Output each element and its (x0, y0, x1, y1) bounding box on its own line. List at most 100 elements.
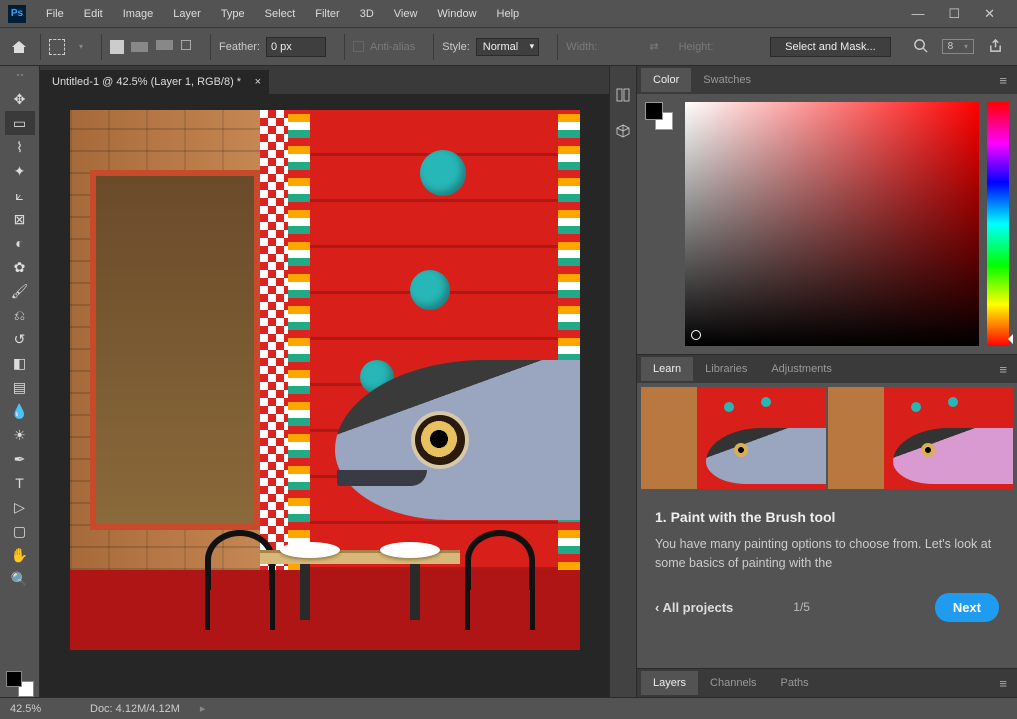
add-selection-icon[interactable] (130, 38, 149, 55)
swap-icon: ⇄ (649, 40, 658, 53)
intersect-selection-icon[interactable] (180, 40, 192, 53)
menu-bar: Ps FileEditImageLayerTypeSelectFilter3DV… (0, 0, 1017, 28)
style-label: Style: (442, 41, 470, 53)
tab-layers[interactable]: Layers (641, 671, 698, 695)
layers-tabs: Layers Channels Paths ≡ (637, 669, 1017, 697)
feather-input[interactable] (266, 37, 326, 57)
marquee-icon[interactable] (49, 39, 65, 55)
close-button[interactable]: ✕ (984, 6, 995, 22)
brush-tool[interactable]: 🖌 (5, 279, 35, 303)
options-bar: ▾ Feather: Anti-alias Style: Normal Widt… (0, 28, 1017, 66)
select-and-mask-button[interactable]: Select and Mask... (770, 37, 891, 57)
pen-tool[interactable]: ✒ (5, 447, 35, 471)
rectangle-tool[interactable]: ▢ (5, 519, 35, 543)
menu-3d[interactable]: 3D (350, 4, 384, 24)
learn-page-indicator: 1/5 (793, 600, 810, 614)
lasso-tool[interactable]: ⌇ (5, 135, 35, 159)
menu-filter[interactable]: Filter (305, 4, 349, 24)
document-tab-title: Untitled-1 @ 42.5% (Layer 1, RGB/8) * (52, 76, 241, 88)
menu-layer[interactable]: Layer (163, 4, 211, 24)
learn-panel: Learn Libraries Adjustments ≡ (637, 355, 1017, 669)
crop-tool[interactable]: ⟀ (5, 183, 35, 207)
panel-menu-icon[interactable]: ≡ (989, 672, 1017, 695)
search-icon[interactable] (913, 38, 928, 56)
type-tool[interactable]: T (5, 471, 35, 495)
color-field[interactable] (685, 102, 979, 346)
tab-swatches[interactable]: Swatches (691, 68, 763, 92)
document-canvas[interactable] (70, 110, 580, 650)
height-label: Height: (679, 41, 714, 53)
blur-tool[interactable]: 💧 (5, 399, 35, 423)
quick-select-tool[interactable]: ✦ (5, 159, 35, 183)
move-tool[interactable]: ✥ (5, 87, 35, 111)
learn-next-button[interactable]: Next (935, 593, 999, 622)
toolbar-handle[interactable] (6, 74, 34, 80)
menu-type[interactable]: Type (211, 4, 255, 24)
learn-thumb-after[interactable] (828, 387, 1013, 489)
color-swatch[interactable] (645, 102, 677, 346)
zoom-tool[interactable]: 🔍 (5, 567, 35, 591)
style-dropdown[interactable]: Normal (476, 38, 539, 56)
new-selection-icon[interactable] (110, 40, 124, 54)
gradient-tool[interactable]: ▤ (5, 375, 35, 399)
frame-tool[interactable]: ⊠ (5, 207, 35, 231)
menu-help[interactable]: Help (487, 4, 530, 24)
learn-thumb-before[interactable] (641, 387, 826, 489)
right-panels: Color Swatches ≡ Learn Libraries (637, 66, 1017, 697)
antialias-checkbox (353, 41, 364, 52)
status-menu-icon[interactable]: ▸ (200, 702, 206, 715)
minimize-button[interactable]: — (911, 6, 924, 22)
tools-panel: ✥▭⌇✦⟀⊠◐✿🖌⎌↺◧▤💧☀✒T▷▢✋🔍 (0, 66, 40, 697)
panel-menu-icon[interactable]: ≡ (989, 69, 1017, 92)
3d-panel-icon[interactable] (614, 122, 632, 140)
menu-image[interactable]: Image (113, 4, 164, 24)
healing-brush-tool[interactable]: ✿ (5, 255, 35, 279)
window-controls: — ☐ ✕ (911, 6, 1009, 22)
panel-menu-icon[interactable]: ≡ (989, 358, 1017, 381)
eraser-tool[interactable]: ◧ (5, 351, 35, 375)
collapsed-dock (609, 66, 637, 697)
document-tabs: Untitled-1 @ 42.5% (Layer 1, RGB/8) * × (40, 66, 609, 94)
share-icon[interactable] (988, 38, 1003, 56)
tab-libraries[interactable]: Libraries (693, 357, 759, 381)
history-panel-icon[interactable] (614, 86, 632, 104)
hue-slider[interactable] (987, 102, 1009, 346)
tab-close-icon[interactable]: × (255, 76, 261, 88)
eyedropper-tool[interactable]: ◐ (5, 231, 35, 255)
menu-window[interactable]: Window (427, 4, 486, 24)
color-panel: Color Swatches ≡ (637, 66, 1017, 355)
tab-paths[interactable]: Paths (769, 671, 821, 695)
foreground-background-swatch[interactable] (6, 671, 34, 697)
photoshop-logo: Ps (8, 5, 26, 23)
home-button[interactable] (8, 36, 30, 58)
tab-color[interactable]: Color (641, 68, 691, 92)
doc-size: Doc: 4.12M/4.12M (90, 703, 180, 715)
document-tab[interactable]: Untitled-1 @ 42.5% (Layer 1, RGB/8) * × (40, 70, 269, 94)
zoom-level[interactable]: 42.5% (10, 703, 70, 715)
history-brush-tool[interactable]: ↺ (5, 327, 35, 351)
learn-back-button[interactable]: ‹ All projects (655, 600, 733, 615)
menu-select[interactable]: Select (255, 4, 306, 24)
maximize-button[interactable]: ☐ (948, 6, 960, 22)
width-label: Width: (566, 41, 597, 53)
path-select-tool[interactable]: ▷ (5, 495, 35, 519)
dodge-tool[interactable]: ☀ (5, 423, 35, 447)
menu-edit[interactable]: Edit (74, 4, 113, 24)
main-area: ✥▭⌇✦⟀⊠◐✿🖌⎌↺◧▤💧☀✒T▷▢✋🔍 Untitled-1 @ 42.5%… (0, 66, 1017, 697)
tab-learn[interactable]: Learn (641, 357, 693, 381)
tab-channels[interactable]: Channels (698, 671, 768, 695)
learn-step-title: 1. Paint with the Brush tool (655, 509, 999, 525)
hand-tool[interactable]: ✋ (5, 543, 35, 567)
feather-label: Feather: (219, 41, 260, 53)
chevron-down-icon[interactable]: ▾ (79, 42, 83, 51)
clone-stamp-tool[interactable]: ⎌ (5, 303, 35, 327)
menu-view[interactable]: View (384, 4, 428, 24)
workspace-switcher[interactable]: 8 ▾ (942, 39, 974, 54)
marquee-tool[interactable]: ▭ (5, 111, 35, 135)
canvas-area: Untitled-1 @ 42.5% (Layer 1, RGB/8) * × (40, 66, 609, 697)
subtract-selection-icon[interactable] (155, 40, 174, 53)
tab-adjustments[interactable]: Adjustments (759, 357, 844, 381)
learn-step-description: You have many painting options to choose… (655, 535, 999, 573)
menu-file[interactable]: File (36, 4, 74, 24)
learn-thumbnails (637, 383, 1017, 493)
